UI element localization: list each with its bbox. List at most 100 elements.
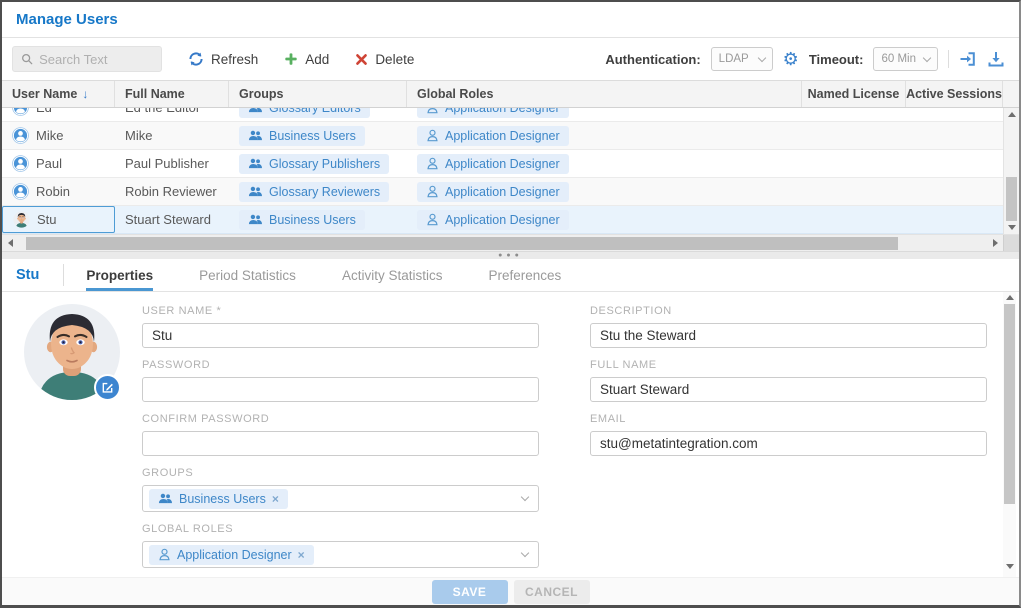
tab-properties[interactable]: Properties <box>86 259 153 291</box>
timeout-select[interactable]: 60 Min <box>873 47 938 71</box>
confirm-password-field[interactable] <box>142 431 539 456</box>
panel-splitter[interactable]: ●●● <box>2 251 1019 259</box>
plus-icon <box>284 52 298 66</box>
groups-label: GROUPS <box>142 467 539 479</box>
splitter-handle[interactable]: ●●● <box>498 252 523 259</box>
sort-down-icon: ↓ <box>82 87 88 101</box>
table-horizontal-scrollbar[interactable] <box>2 234 1019 251</box>
delete-button[interactable]: Delete <box>355 52 414 67</box>
detail-panel-header: Stu Properties Period Statistics Activit… <box>2 259 1019 292</box>
save-button[interactable]: SAVE <box>432 580 508 604</box>
search-box[interactable] <box>12 46 162 72</box>
email-field[interactable] <box>590 431 987 456</box>
password-field[interactable] <box>142 377 539 402</box>
group-chip[interactable]: Business Users <box>239 210 365 230</box>
detail-divider <box>63 264 64 286</box>
email-label: EMAIL <box>590 413 987 425</box>
scrollbar-thumb[interactable] <box>1006 177 1017 221</box>
search-input[interactable] <box>39 52 153 67</box>
group-chip[interactable]: Glossary Editors <box>239 108 370 118</box>
role-chip[interactable]: Application Designer <box>417 108 569 118</box>
people-icon <box>158 493 173 504</box>
authentication-select[interactable]: LDAP <box>711 47 773 71</box>
table-row-robin[interactable]: Robin Robin Reviewer Glossary Reviewers … <box>2 178 1019 206</box>
detail-tabs: Properties Period Statistics Activity St… <box>86 259 561 291</box>
table-row-stu-selected[interactable]: Stu Stuart Steward Business Users Applic… <box>2 206 1019 234</box>
download-icon[interactable] <box>987 50 1005 68</box>
gear-icon[interactable]: ⚙ <box>783 50 799 68</box>
scrollbar-corner <box>1003 235 1019 251</box>
column-header-active-sessions[interactable]: Active Sessions <box>906 81 1003 107</box>
table-vertical-scrollbar[interactable] <box>1003 108 1019 234</box>
remove-chip-icon[interactable]: × <box>272 492 279 506</box>
required-marker: * <box>216 305 221 317</box>
pencil-square-icon <box>101 381 114 394</box>
chevron-down-icon <box>521 549 529 557</box>
remove-chip-icon[interactable]: × <box>298 548 305 562</box>
full-name-field[interactable] <box>590 377 987 402</box>
groups-multiselect[interactable]: Business Users × <box>142 485 539 512</box>
toolbar: Refresh Add Delete Authentication: LDAP … <box>2 38 1019 80</box>
add-label: Add <box>305 52 329 67</box>
chevron-down-icon <box>923 53 931 61</box>
refresh-button[interactable]: Refresh <box>188 51 258 67</box>
chevron-down-icon <box>757 53 765 61</box>
form-footer: SAVE CANCEL <box>2 577 1019 605</box>
description-field[interactable] <box>590 323 987 348</box>
user-name-field[interactable] <box>142 323 539 348</box>
group-chip[interactable]: Business Users × <box>149 489 288 509</box>
panel-vertical-scrollbar[interactable] <box>1003 292 1016 577</box>
user-avatar-icon <box>12 108 29 116</box>
role-chip[interactable]: Application Designer <box>417 210 569 230</box>
role-chip[interactable]: Application Designer <box>417 182 569 202</box>
scrollbar-thumb[interactable] <box>1004 304 1015 504</box>
user-avatar-icon <box>12 183 29 200</box>
group-chip[interactable]: Glossary Publishers <box>239 154 389 174</box>
scroll-down-icon[interactable] <box>1004 225 1019 230</box>
people-icon <box>248 186 263 197</box>
role-chip[interactable]: Application Designer <box>417 154 569 174</box>
global-roles-multiselect[interactable]: Application Designer × <box>142 541 539 568</box>
authentication-label: Authentication: <box>605 52 700 67</box>
edit-avatar-button[interactable] <box>94 374 121 401</box>
form-column-left: USER NAME * PASSWORD CONFIRM PASSWORD GR… <box>142 294 539 577</box>
scroll-down-icon[interactable] <box>1003 564 1016 569</box>
global-roles-label: GLOBAL ROLES <box>142 523 539 535</box>
person-icon <box>426 108 439 114</box>
group-chip[interactable]: Glossary Reviewers <box>239 182 389 202</box>
scroll-up-icon[interactable] <box>1003 295 1016 300</box>
person-icon <box>426 157 439 170</box>
group-chip[interactable]: Business Users <box>239 126 365 146</box>
role-chip[interactable]: Application Designer × <box>149 545 314 565</box>
column-header-global-roles[interactable]: Global Roles <box>407 81 802 107</box>
cancel-button[interactable]: CANCEL <box>514 580 590 604</box>
table-row-mike[interactable]: Mike Mike Business Users Application Des… <box>2 122 1019 150</box>
add-button[interactable]: Add <box>284 52 329 67</box>
x-icon <box>355 53 368 66</box>
tab-period-statistics[interactable]: Period Statistics <box>199 259 296 291</box>
detail-title: Stu <box>16 267 39 283</box>
user-name-label: USER NAME * <box>142 305 539 317</box>
chevron-down-icon <box>521 493 529 501</box>
scroll-left-icon[interactable] <box>2 239 18 247</box>
scroll-right-icon[interactable] <box>987 239 1003 247</box>
person-icon <box>426 129 439 142</box>
column-header-named-license[interactable]: Named License <box>802 81 906 107</box>
sign-in-sessions-icon[interactable] <box>959 50 977 68</box>
people-icon <box>248 130 263 141</box>
full-name-label: FULL NAME <box>590 359 987 371</box>
column-header-full-name[interactable]: Full Name <box>115 81 229 107</box>
title-bar: Manage Users <box>2 2 1019 38</box>
manage-users-window: Manage Users Refresh Add <box>0 0 1021 608</box>
table-body: Ed Ed the Editor Glossary Editors Applic… <box>2 108 1019 234</box>
column-header-user-name[interactable]: User Name ↓ <box>2 81 115 107</box>
table-row-ed[interactable]: Ed Ed the Editor Glossary Editors Applic… <box>2 108 1019 122</box>
table-row-paul[interactable]: Paul Paul Publisher Glossary Publishers … <box>2 150 1019 178</box>
tab-activity-statistics[interactable]: Activity Statistics <box>342 259 443 291</box>
scrollbar-track[interactable] <box>18 237 987 250</box>
column-header-groups[interactable]: Groups <box>229 81 407 107</box>
tab-preferences[interactable]: Preferences <box>488 259 561 291</box>
scrollbar-thumb[interactable] <box>26 237 898 250</box>
scroll-up-icon[interactable] <box>1004 112 1019 117</box>
role-chip[interactable]: Application Designer <box>417 126 569 146</box>
